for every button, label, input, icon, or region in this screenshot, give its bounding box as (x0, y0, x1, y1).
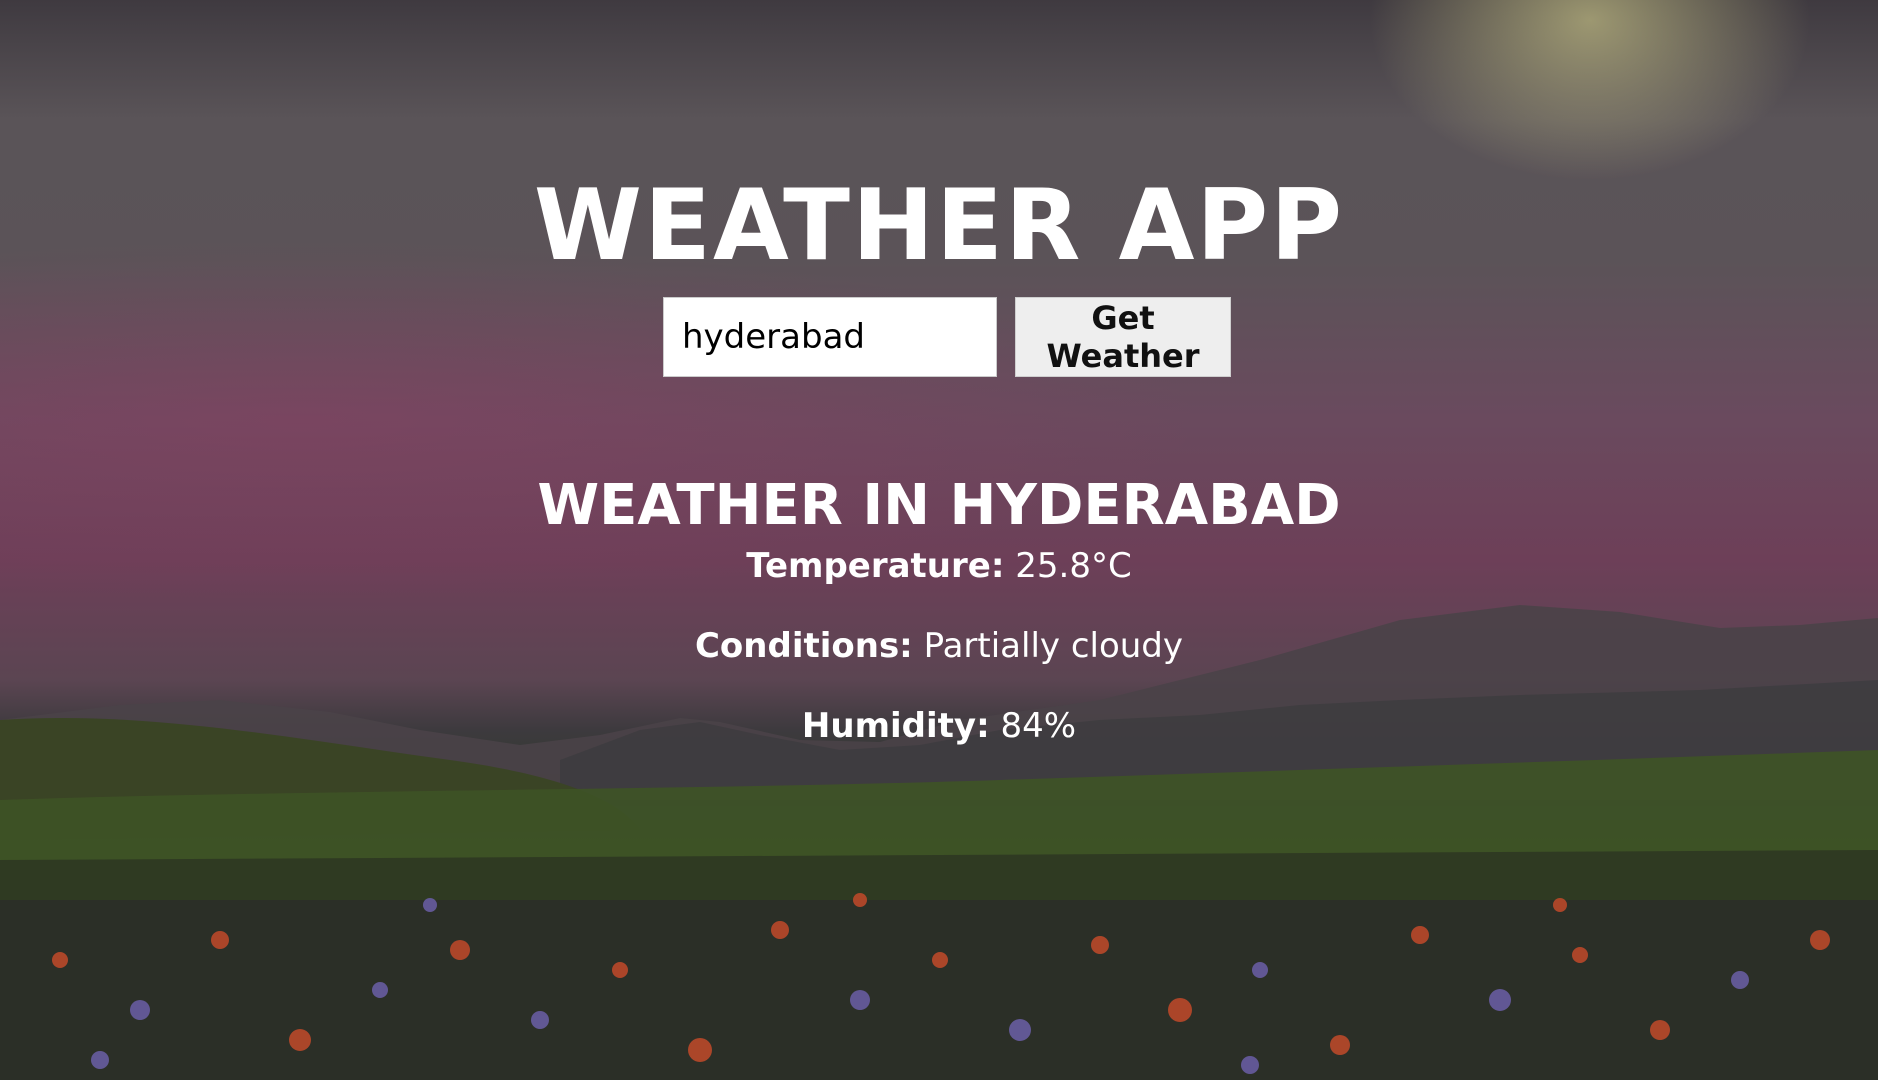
temperature-row: Temperature: 25.8°C (0, 544, 1878, 588)
temperature-value: 25.8°C (1015, 546, 1132, 586)
city-input[interactable] (663, 297, 997, 377)
humidity-label: Humidity: (801, 706, 990, 746)
landscape-scenery (0, 605, 1878, 1080)
search-row: Get Weather (663, 297, 1231, 377)
get-weather-button[interactable]: Get Weather (1015, 297, 1231, 377)
weather-result-heading: Weather in Hyderabad (537, 473, 1341, 539)
app-title: Weather App (533, 168, 1345, 283)
conditions-value: Partially cloudy (923, 626, 1184, 666)
temperature-label: Temperature: (746, 546, 1005, 586)
humidity-row: Humidity: 84% (0, 704, 1878, 748)
humidity-value: 84% (1000, 706, 1077, 746)
conditions-label: Conditions: (694, 626, 913, 666)
conditions-row: Conditions: Partially cloudy (0, 624, 1878, 668)
